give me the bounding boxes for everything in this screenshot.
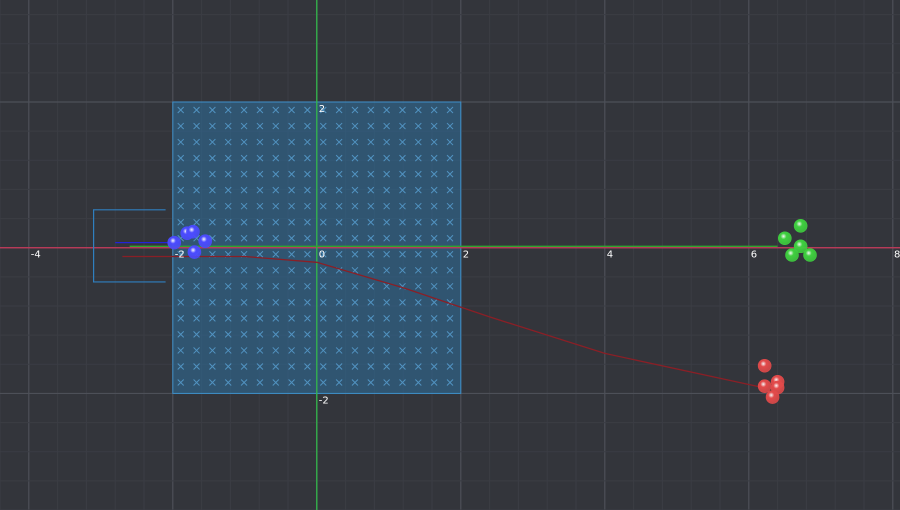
simulation-viewport[interactable]: -4 -2 0 2 4 6 8 2 -2 bbox=[0, 0, 900, 510]
red-particle[interactable] bbox=[770, 380, 785, 395]
x-tick-label: 4 bbox=[607, 250, 613, 261]
y-tick-label: -2 bbox=[319, 395, 329, 406]
simulation-canvas[interactable]: -4 -2 0 2 4 6 8 2 -2 bbox=[0, 0, 900, 510]
blue-particle[interactable] bbox=[198, 234, 212, 248]
green-particle[interactable] bbox=[803, 248, 817, 262]
green-particle[interactable] bbox=[793, 219, 808, 233]
x-tick-label: 8 bbox=[894, 250, 900, 261]
x-tick-label: -4 bbox=[31, 250, 41, 261]
x-tick-label: -2 bbox=[175, 250, 185, 261]
red-particle[interactable] bbox=[757, 358, 772, 373]
axis-tick-labels: -4 -2 0 2 4 6 8 2 -2 bbox=[31, 104, 900, 406]
x-tick-label: 6 bbox=[751, 250, 757, 261]
blue-particle[interactable] bbox=[186, 224, 200, 239]
red-particle[interactable] bbox=[757, 379, 772, 393]
blue-particle[interactable] bbox=[187, 245, 202, 259]
blue-particle[interactable] bbox=[167, 235, 182, 250]
green-particle[interactable] bbox=[785, 248, 799, 262]
x-tick-label: 2 bbox=[463, 250, 469, 261]
x-tick-label: 0 bbox=[319, 250, 325, 261]
green-particle[interactable] bbox=[777, 231, 792, 246]
y-tick-label: 2 bbox=[319, 104, 325, 115]
